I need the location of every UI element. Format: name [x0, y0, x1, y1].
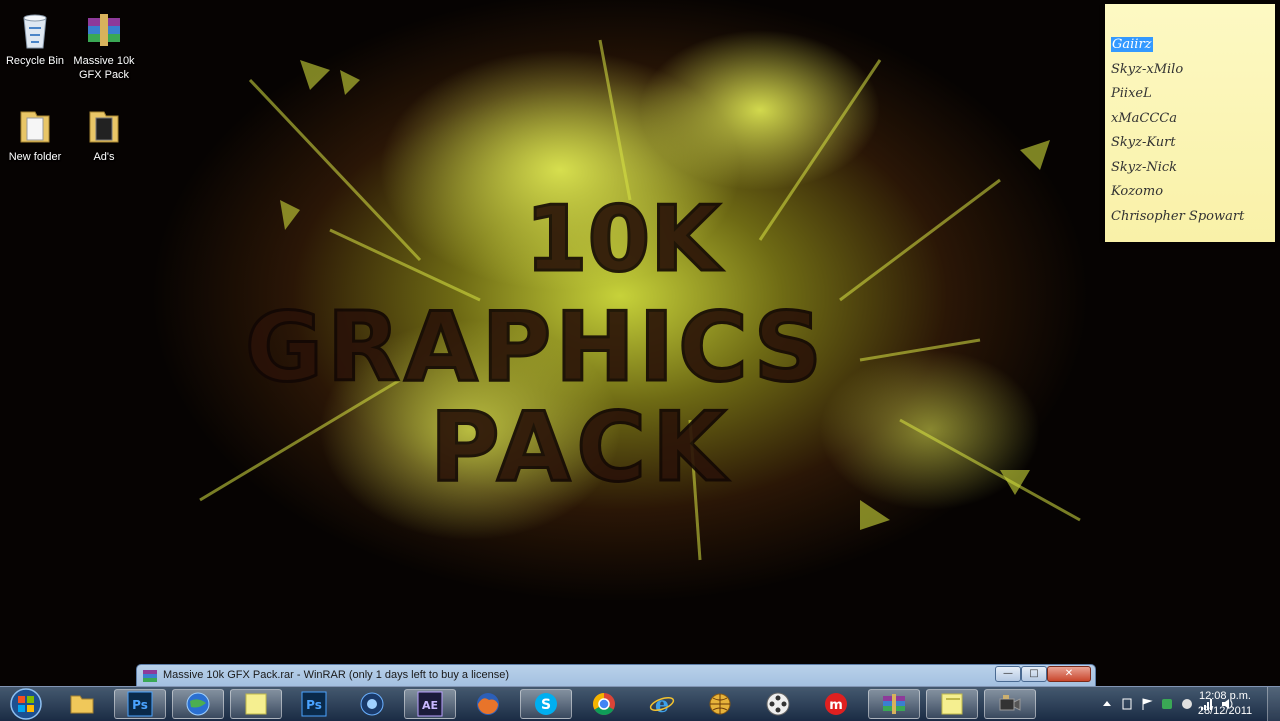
- taskbar-chrome[interactable]: [578, 689, 630, 719]
- ie-icon: e: [649, 692, 675, 717]
- taskbar-sticky-notes[interactable]: [230, 689, 282, 719]
- desktop-icon-ads-folder[interactable]: Ad's: [69, 106, 139, 164]
- photoshop-icon: Ps: [127, 691, 153, 717]
- folder-icon: [89, 111, 119, 143]
- taskbar-media-center[interactable]: [346, 689, 398, 719]
- svg-text:AE: AE: [422, 699, 438, 712]
- clock-time: 12:08 p.m.: [1199, 690, 1251, 702]
- winrar-archive-icon: [88, 14, 120, 46]
- taskbar-photoshop[interactable]: Ps: [114, 689, 166, 719]
- skype-icon: S: [535, 693, 557, 715]
- desktop-icon-gfx-pack[interactable]: Massive 10k GFX Pack: [69, 10, 139, 82]
- desktop-icon-label: Massive 10k GFX Pack: [73, 55, 135, 81]
- media-icon: [360, 692, 384, 716]
- recycle-bin-icon: [23, 14, 47, 49]
- show-hidden-icons-icon[interactable]: [1100, 697, 1114, 711]
- desktop-icon-label: New folder: [8, 151, 62, 163]
- photoshop-icon: Ps: [301, 691, 327, 717]
- svg-text:Ps: Ps: [132, 698, 148, 712]
- close-button[interactable]: ✕: [1047, 666, 1091, 682]
- winrar-icon: [143, 670, 157, 682]
- wallpaper-text-pack: PACK: [430, 393, 732, 503]
- window-title: Massive 10k GFX Pack.rar - WinRAR (only …: [163, 669, 510, 681]
- maximize-button[interactable]: □: [1021, 666, 1047, 682]
- svg-text:m: m: [829, 698, 843, 713]
- taskbar-explorer[interactable]: [56, 689, 108, 719]
- wallpaper-text-10k: 10K: [525, 187, 723, 292]
- taskbar-winrar[interactable]: [868, 689, 920, 719]
- svg-text:Ps: Ps: [306, 698, 322, 712]
- sticky-note-line: Skyz-xMilo: [1111, 61, 1184, 77]
- minimize-button[interactable]: —: [995, 666, 1021, 682]
- security-shield-icon[interactable]: [1160, 697, 1174, 711]
- device-icon[interactable]: [1120, 697, 1134, 711]
- globe-icon: [186, 692, 210, 716]
- sticky-note-line: Gaiirz: [1111, 37, 1153, 52]
- sticky-note-line: Skyz-Nick: [1111, 159, 1178, 175]
- action-center-flag-icon[interactable]: [1140, 697, 1154, 711]
- taskbar-internet-explorer[interactable]: e: [636, 689, 688, 719]
- film-reel-icon: [766, 692, 790, 716]
- clock-date: 28/12/2011: [1197, 705, 1253, 717]
- wallpaper-text-graphics: GRAPHICS: [245, 293, 826, 403]
- show-desktop-button[interactable]: [1267, 687, 1280, 721]
- sticky-note-list: Gaiirz Skyz-xMilo PiixeL xMaCCCa Skyz-Ku…: [1105, 4, 1275, 232]
- camcorder-icon: [999, 695, 1021, 711]
- svg-text:e: e: [655, 692, 669, 717]
- m-logo-icon: m: [825, 693, 847, 715]
- clock[interactable]: 12:08 p.m. 28/12/2011: [1192, 689, 1258, 719]
- sticky-note-line: Chrisopher Spowart: [1111, 208, 1245, 224]
- taskbar-movie-maker[interactable]: [752, 689, 804, 719]
- sticky-note-line: PiixeL: [1111, 86, 1152, 101]
- taskbar-after-effects[interactable]: AE: [404, 689, 456, 719]
- desktop-icon-recycle-bin[interactable]: Recycle Bin: [0, 10, 70, 68]
- sticky-note-line: xMaCCCa: [1111, 110, 1177, 126]
- firefox-icon: [477, 693, 499, 715]
- taskbar: Ps Ps AE S e m 12:08 p.m. 28/12/2011: [0, 686, 1280, 721]
- taskbar-sticky-notes-2[interactable]: [926, 689, 978, 719]
- sticky-note-line: Kozomo: [1111, 184, 1164, 199]
- chrome-icon: [593, 693, 615, 715]
- sticky-note-line: Skyz-Kurt: [1111, 135, 1176, 150]
- sticky-notes-icon: [245, 693, 267, 715]
- taskbar-network[interactable]: [694, 689, 746, 719]
- winrar-icon: [883, 694, 905, 714]
- desktop-wallpaper: 10K GRAPHICS PACK: [0, 0, 1280, 720]
- after-effects-icon: AE: [417, 691, 443, 717]
- folder-icon: [70, 695, 94, 714]
- sticky-note[interactable]: Gaiirz Skyz-xMilo PiixeL xMaCCCa Skyz-Ku…: [1105, 4, 1275, 242]
- winrar-window-titlebar[interactable]: Massive 10k GFX Pack.rar - WinRAR (only …: [136, 664, 1096, 686]
- desktop-icon-label: Recycle Bin: [5, 55, 65, 67]
- desktop-icon-new-folder[interactable]: New folder: [0, 106, 70, 164]
- taskbar-camera[interactable]: [984, 689, 1036, 719]
- taskbar-app-m[interactable]: m: [810, 689, 862, 719]
- start-button[interactable]: [6, 688, 46, 720]
- folder-icon: [20, 111, 50, 143]
- svg-text:S: S: [541, 697, 551, 713]
- taskbar-globe[interactable]: [172, 689, 224, 719]
- network-globe-icon: [709, 693, 731, 715]
- taskbar-photoshop-2[interactable]: Ps: [288, 689, 340, 719]
- sticky-notes-icon: [941, 693, 963, 715]
- taskbar-skype[interactable]: S: [520, 689, 572, 719]
- desktop-icon-label: Ad's: [93, 151, 115, 163]
- taskbar-firefox[interactable]: [462, 689, 514, 719]
